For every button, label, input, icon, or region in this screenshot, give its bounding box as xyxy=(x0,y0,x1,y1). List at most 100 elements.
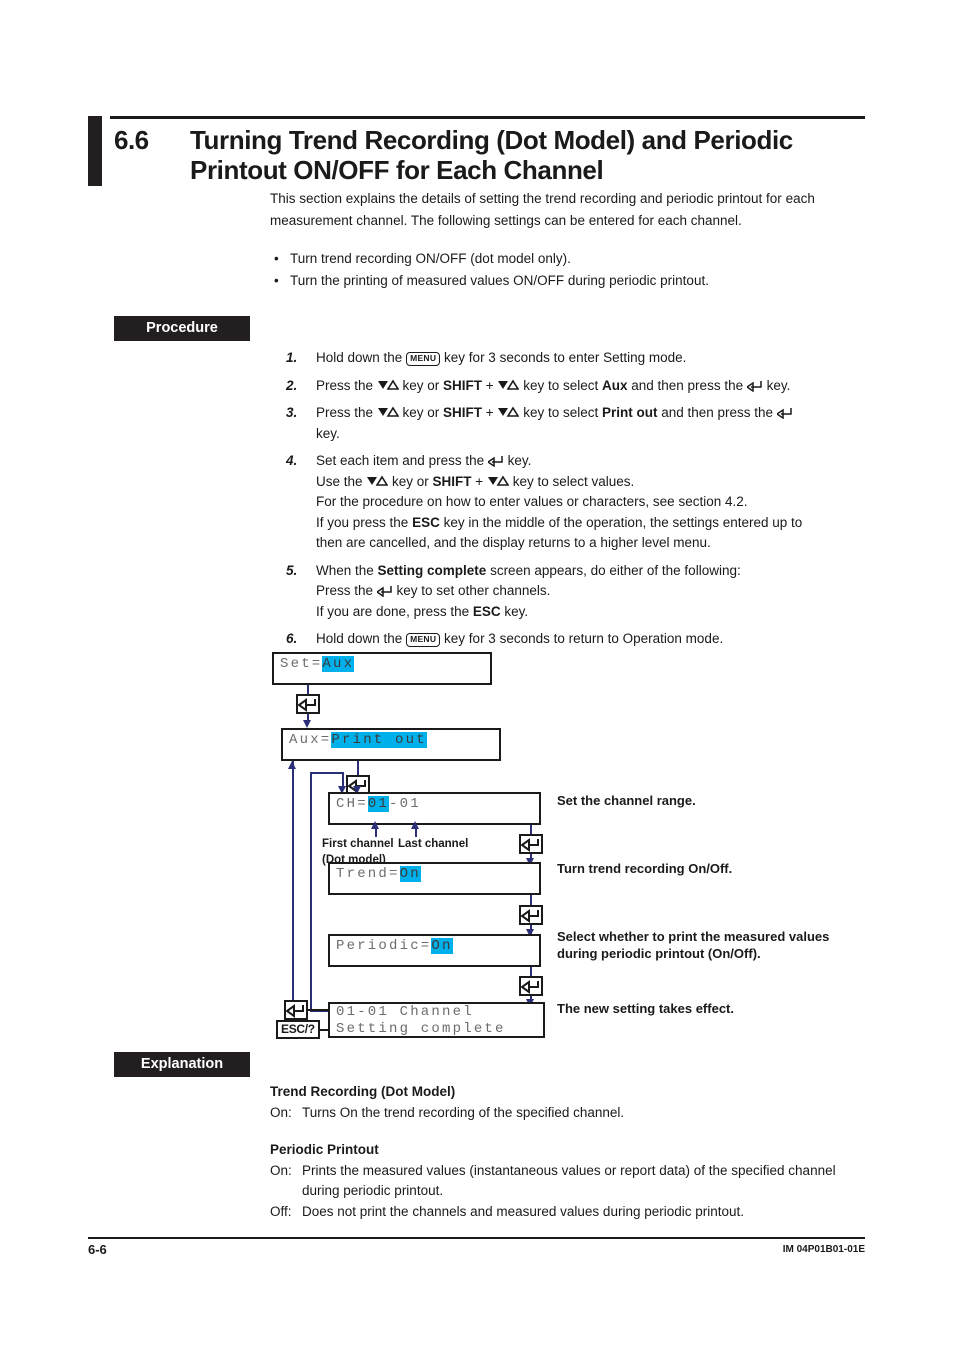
step-text: key or xyxy=(398,405,444,420)
aux-label: Aux xyxy=(601,377,628,393)
step-text: key to select xyxy=(519,405,602,420)
lcd-prefix: Set= xyxy=(280,656,323,672)
step-4: 4. Set each item and press the key. Use … xyxy=(286,451,871,554)
step-text: key for 3 seconds to enter Setting mode. xyxy=(440,350,687,365)
step-text: If you are done, press the xyxy=(316,603,473,619)
step-text: Press the xyxy=(316,405,377,420)
up-down-triangle-icon xyxy=(377,377,400,390)
step-line: Set each item and press the key. xyxy=(316,451,871,472)
lcd-text-complete-line2: Setting complete xyxy=(336,1021,506,1037)
setting-flow-diagram: Set=Aux Aux=Print out CH=01-01 First cha… xyxy=(0,640,954,1040)
flow-return-line xyxy=(310,772,342,774)
definition-text: Prints the measured values (instantaneou… xyxy=(302,1163,785,1178)
definition-text: Turns On the trend recording of the spec… xyxy=(302,1105,625,1120)
step-number: 5. xyxy=(286,562,298,578)
enter-key-step-icon xyxy=(284,1000,308,1020)
step-1: 1. Hold down the MENU key for 3 seconds … xyxy=(286,348,871,369)
esc-key-icon: ESC/? xyxy=(276,1020,320,1039)
shift-key-label: SHIFT xyxy=(443,405,483,420)
definition-row: Off: Does not print the channels and mea… xyxy=(270,1202,870,1222)
step-text: + xyxy=(482,405,498,420)
lcd-text-complete-line1: 01-01 Channel xyxy=(336,1004,474,1020)
print-out-label: Print out xyxy=(601,405,658,420)
step-line: then are cancelled, and the display retu… xyxy=(316,535,711,550)
section-bullets: Turn trend recording ON/OFF (dot model o… xyxy=(270,248,870,292)
step-text: If you press the xyxy=(316,514,413,530)
lcd-text-trend: Trend=On xyxy=(336,866,421,882)
enter-key-icon xyxy=(775,405,793,420)
definition-row: On: Turns On the trend recording of the … xyxy=(270,1103,870,1123)
footer-document-id: IM 04P01B01-01E xyxy=(782,1244,865,1255)
callout-last-channel: Last channel xyxy=(398,838,469,850)
step-text: screen appears, do either of the followi… xyxy=(486,562,741,578)
intro-line-3: The following settings can be entered fo… xyxy=(410,213,742,228)
bullet-item: Turn trend recording ON/OFF (dot model o… xyxy=(270,248,870,270)
procedure-heading: Procedure xyxy=(114,316,250,341)
section-intro: This section explains the details of set… xyxy=(270,188,870,232)
definition-text: Does not print the channels and measured… xyxy=(302,1204,745,1219)
step-line: Use the key or SHIFT + key to select val… xyxy=(316,472,871,493)
definition-term: Off: xyxy=(270,1204,292,1219)
flow-esc-return-line xyxy=(292,761,294,1026)
explanation-subheading-trend: Trend Recording (Dot Model) xyxy=(270,1084,456,1099)
intro-line-1: This section explains the details of set… xyxy=(270,191,782,206)
flow-arrow xyxy=(371,821,379,829)
step-number: 3. xyxy=(286,405,298,420)
procedure-steps: 1. Hold down the MENU key for 3 seconds … xyxy=(286,348,871,657)
flow-arrow xyxy=(303,720,311,728)
enter-key-icon xyxy=(745,378,763,392)
explanation-heading: Explanation xyxy=(114,1052,250,1077)
footer-rule xyxy=(88,1237,865,1239)
step-2: 2. Press the key or SHIFT + key to selec… xyxy=(286,376,871,397)
step-line: key. xyxy=(316,425,340,441)
note-trend: Turn trend recording On/Off. xyxy=(557,861,733,876)
up-down-triangle-icon xyxy=(497,404,520,417)
lcd-highlight: Aux xyxy=(322,656,355,672)
lcd-highlight: Print out xyxy=(331,732,427,748)
esc-key-label: ESC xyxy=(472,603,501,619)
step-number: 2. xyxy=(286,377,298,393)
lcd-highlight: 01 xyxy=(367,796,390,812)
step-line: For the procedure on how to enter values… xyxy=(316,494,748,509)
callout-first-channel: First channel xyxy=(322,838,394,850)
lcd-suffix: -01 xyxy=(389,796,421,812)
step-text: key to select xyxy=(519,377,602,393)
up-down-triangle-icon xyxy=(377,404,400,417)
step-line: If you are done, press the ESC key. xyxy=(316,602,871,623)
step-text: When the xyxy=(316,562,378,578)
step-text: key to select values. xyxy=(508,473,635,489)
note-channel-range: Set the channel range. xyxy=(557,793,696,808)
up-down-triangle-icon xyxy=(497,377,520,390)
step-text: Set each item and press the xyxy=(316,453,488,468)
step-text: and then press the xyxy=(657,405,777,420)
step-line: Press the key to set other channels. xyxy=(316,581,871,602)
step-line: When the Setting complete screen appears… xyxy=(316,561,871,582)
step-line: Hold down the MENU key for 3 seconds to … xyxy=(316,348,871,369)
lcd-text-aux-printout: Aux=Print out xyxy=(289,732,427,748)
explanation-body: Trend Recording (Dot Model) On: Turns On… xyxy=(270,1082,870,1222)
lcd-highlight: On xyxy=(431,938,453,954)
up-down-triangle-icon xyxy=(366,473,389,486)
step-text: + xyxy=(482,377,498,393)
page-title: Turning Trend Recording (Dot Model) and … xyxy=(190,125,793,185)
step-text: Hold down the xyxy=(316,350,407,365)
enter-key-step-icon xyxy=(519,976,543,996)
step-number: 1. xyxy=(286,350,298,365)
step-text: and then press the xyxy=(627,377,747,393)
bullet-item: Turn the printing of measured values ON/… xyxy=(270,270,870,292)
lcd-text-ch-range: CH=01-01 xyxy=(336,796,421,812)
explanation-subheading-periodic: Periodic Printout xyxy=(270,1142,379,1157)
step-line: Press the key or SHIFT + key to select P… xyxy=(316,403,871,424)
enter-key-icon xyxy=(486,453,504,468)
step-text: Press the xyxy=(316,583,377,598)
step-text: key to set other channels. xyxy=(392,583,551,598)
title-top-rule xyxy=(110,116,865,119)
lcd-prefix: Periodic= xyxy=(336,938,432,954)
flow-connector xyxy=(307,685,309,694)
step-line: If you press the ESC key in the middle o… xyxy=(316,513,871,534)
flow-connector xyxy=(308,1009,328,1011)
step-text: + xyxy=(471,473,487,489)
lcd-prefix: Aux= xyxy=(289,732,332,748)
esc-key-label: ESC xyxy=(412,514,440,530)
step-text: key or xyxy=(398,377,444,393)
